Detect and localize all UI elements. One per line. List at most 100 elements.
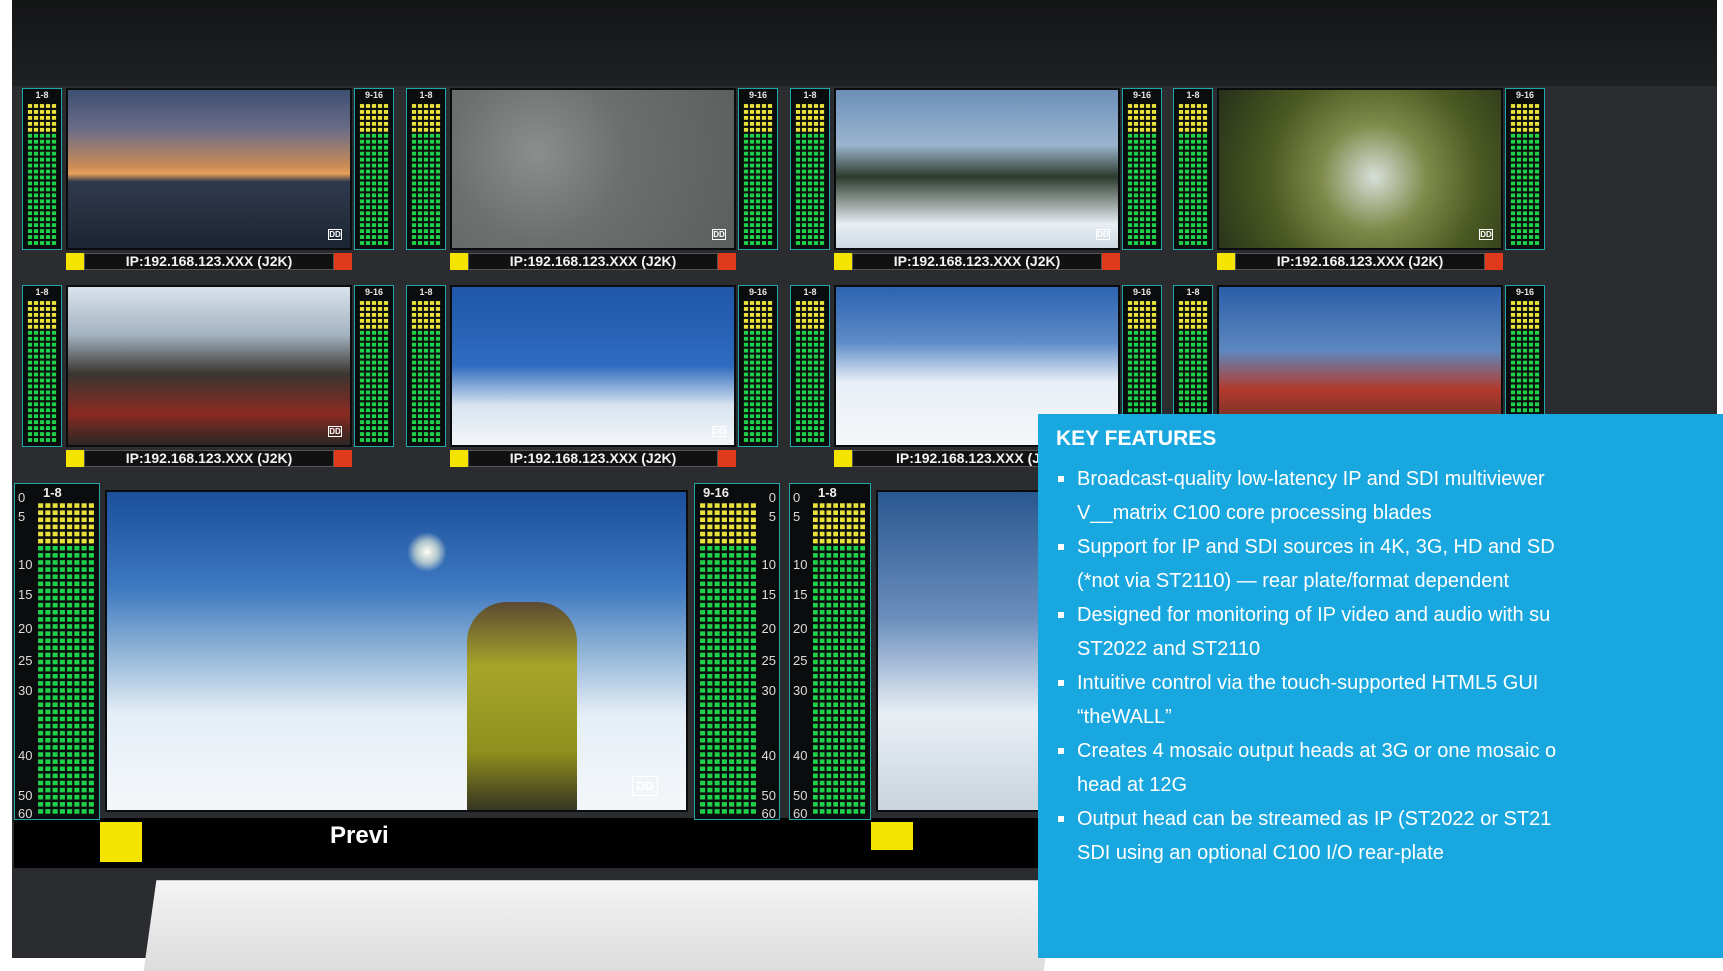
- meter-segment: [736, 752, 742, 757]
- meter-segment: [833, 787, 838, 793]
- meter-bars-wrap: [1178, 103, 1208, 246]
- meter-segment: [813, 545, 818, 551]
- meter-segment: [807, 223, 813, 228]
- tally-right: [334, 450, 352, 467]
- meter-segment: [721, 787, 727, 793]
- meter-segment: [807, 241, 813, 245]
- meter-segment: [801, 396, 807, 401]
- meter-segment: [767, 378, 773, 383]
- meter-scale-tick: 40: [793, 748, 808, 763]
- meter-segment: [45, 354, 51, 359]
- meter-segment: [59, 702, 65, 708]
- source-label: IP:192.168.123.XXX (J2K): [84, 450, 334, 467]
- meter-segment: [52, 602, 58, 608]
- meter-segment: [743, 659, 749, 665]
- meter-segment: [38, 794, 44, 800]
- meter-segment: [88, 560, 94, 565]
- meter-segment: [45, 223, 51, 228]
- meter-segment: [1196, 390, 1202, 395]
- meter-segment: [755, 223, 761, 228]
- meter-segment: [1190, 104, 1196, 108]
- meter-segment: [359, 378, 365, 383]
- video-tile[interactable]: 1-8 DD 9-16 IP:192.168.123.XXX (J2K): [22, 285, 394, 467]
- meter-segment: [435, 396, 441, 401]
- video-feed[interactable]: DD: [834, 88, 1120, 250]
- meter-segment: [81, 553, 87, 558]
- meter-segment: [707, 759, 713, 764]
- meter-segment: [795, 420, 801, 425]
- meter-segment: [707, 681, 713, 686]
- meter-segment: [743, 348, 749, 353]
- meter-segment: [729, 538, 735, 544]
- meter-segment: [743, 408, 749, 413]
- video-tile[interactable]: 1-8 DD 9-16 IP:192.168.123.XXX (J2K): [406, 88, 778, 270]
- meter-segment: [795, 384, 801, 389]
- meter-segment: [1196, 402, 1202, 407]
- preview2-video[interactable]: [876, 490, 1046, 812]
- meter-segment: [377, 163, 383, 168]
- meter-segment: [1145, 366, 1151, 371]
- meter-segment: [1516, 205, 1522, 210]
- meter-segment: [33, 205, 39, 210]
- video-feed[interactable]: DD: [66, 88, 352, 250]
- meter-segment: [1139, 241, 1145, 245]
- video-feed[interactable]: DD: [450, 88, 736, 250]
- meter-segment: [411, 139, 417, 144]
- meter-segment: [801, 348, 807, 353]
- meter-segment: [743, 426, 749, 431]
- meter-segment: [755, 139, 761, 144]
- meter-segment: [429, 432, 435, 436]
- meter-segment: [377, 181, 383, 186]
- meter-segment: [700, 688, 706, 693]
- video-feed[interactable]: DD: [1217, 88, 1503, 250]
- meter-segment: [51, 408, 57, 413]
- meter-segment: [1516, 199, 1522, 204]
- meter-segment: [721, 595, 727, 601]
- meter-segment: [1133, 223, 1139, 228]
- meter-segment: [38, 538, 44, 544]
- meter-segment: [813, 723, 818, 729]
- meter-segment: [729, 809, 735, 814]
- video-tile[interactable]: 1-8 DD 9-16 IP:192.168.123.XXX (J2K): [1173, 88, 1545, 270]
- meter-segment: [833, 794, 838, 800]
- meter-segment: [755, 115, 761, 120]
- meter-segment: [833, 766, 838, 772]
- meter-segment: [750, 538, 756, 544]
- meter-segment: [81, 538, 87, 544]
- meter-segment: [801, 104, 807, 108]
- meter-segment: [1522, 241, 1528, 245]
- audio-meter-right: 9-16: [1505, 88, 1545, 250]
- video-tile[interactable]: 1-8 DD 9-16 IP:192.168.123.XXX (J2K): [22, 88, 394, 270]
- meter-segment: [359, 145, 365, 150]
- bullet-icon: [1058, 612, 1064, 618]
- video-feed[interactable]: DD: [66, 285, 352, 447]
- meter-segment: [88, 688, 94, 693]
- video-tile[interactable]: 1-8 DD 9-16 IP:192.168.123.XXX (J2K): [790, 88, 1162, 270]
- meter-segment: [846, 723, 852, 729]
- video-tile[interactable]: 1-8 DD 9-16 IP:192.168.123.XXX (J2K): [406, 285, 778, 467]
- meter-segment: [359, 217, 365, 222]
- meter-segment: [813, 602, 818, 608]
- meter-segment: [74, 766, 80, 772]
- meter-segment: [1516, 187, 1522, 192]
- meter-segment: [840, 624, 845, 629]
- meter-segment: [750, 652, 756, 658]
- meter-segment: [860, 503, 865, 508]
- meter-segment: [729, 666, 735, 672]
- meter-segment: [813, 759, 818, 764]
- meter-segment: [411, 133, 417, 138]
- meter-segment: [1127, 384, 1133, 389]
- meter-segment: [840, 695, 845, 700]
- meter-segment: [826, 588, 832, 594]
- meter-segment: [59, 553, 65, 558]
- meter-segment: [88, 780, 94, 786]
- meter-segment: [1534, 330, 1540, 335]
- meter-segment: [767, 163, 773, 168]
- meter-segment: [423, 354, 429, 359]
- meter-segment: [826, 738, 832, 743]
- meter-segment: [365, 342, 371, 347]
- video-feed[interactable]: DD: [450, 285, 736, 447]
- meter-segment: [801, 312, 807, 317]
- preview-video[interactable]: DD: [105, 490, 688, 812]
- preview2-tally: [871, 822, 913, 850]
